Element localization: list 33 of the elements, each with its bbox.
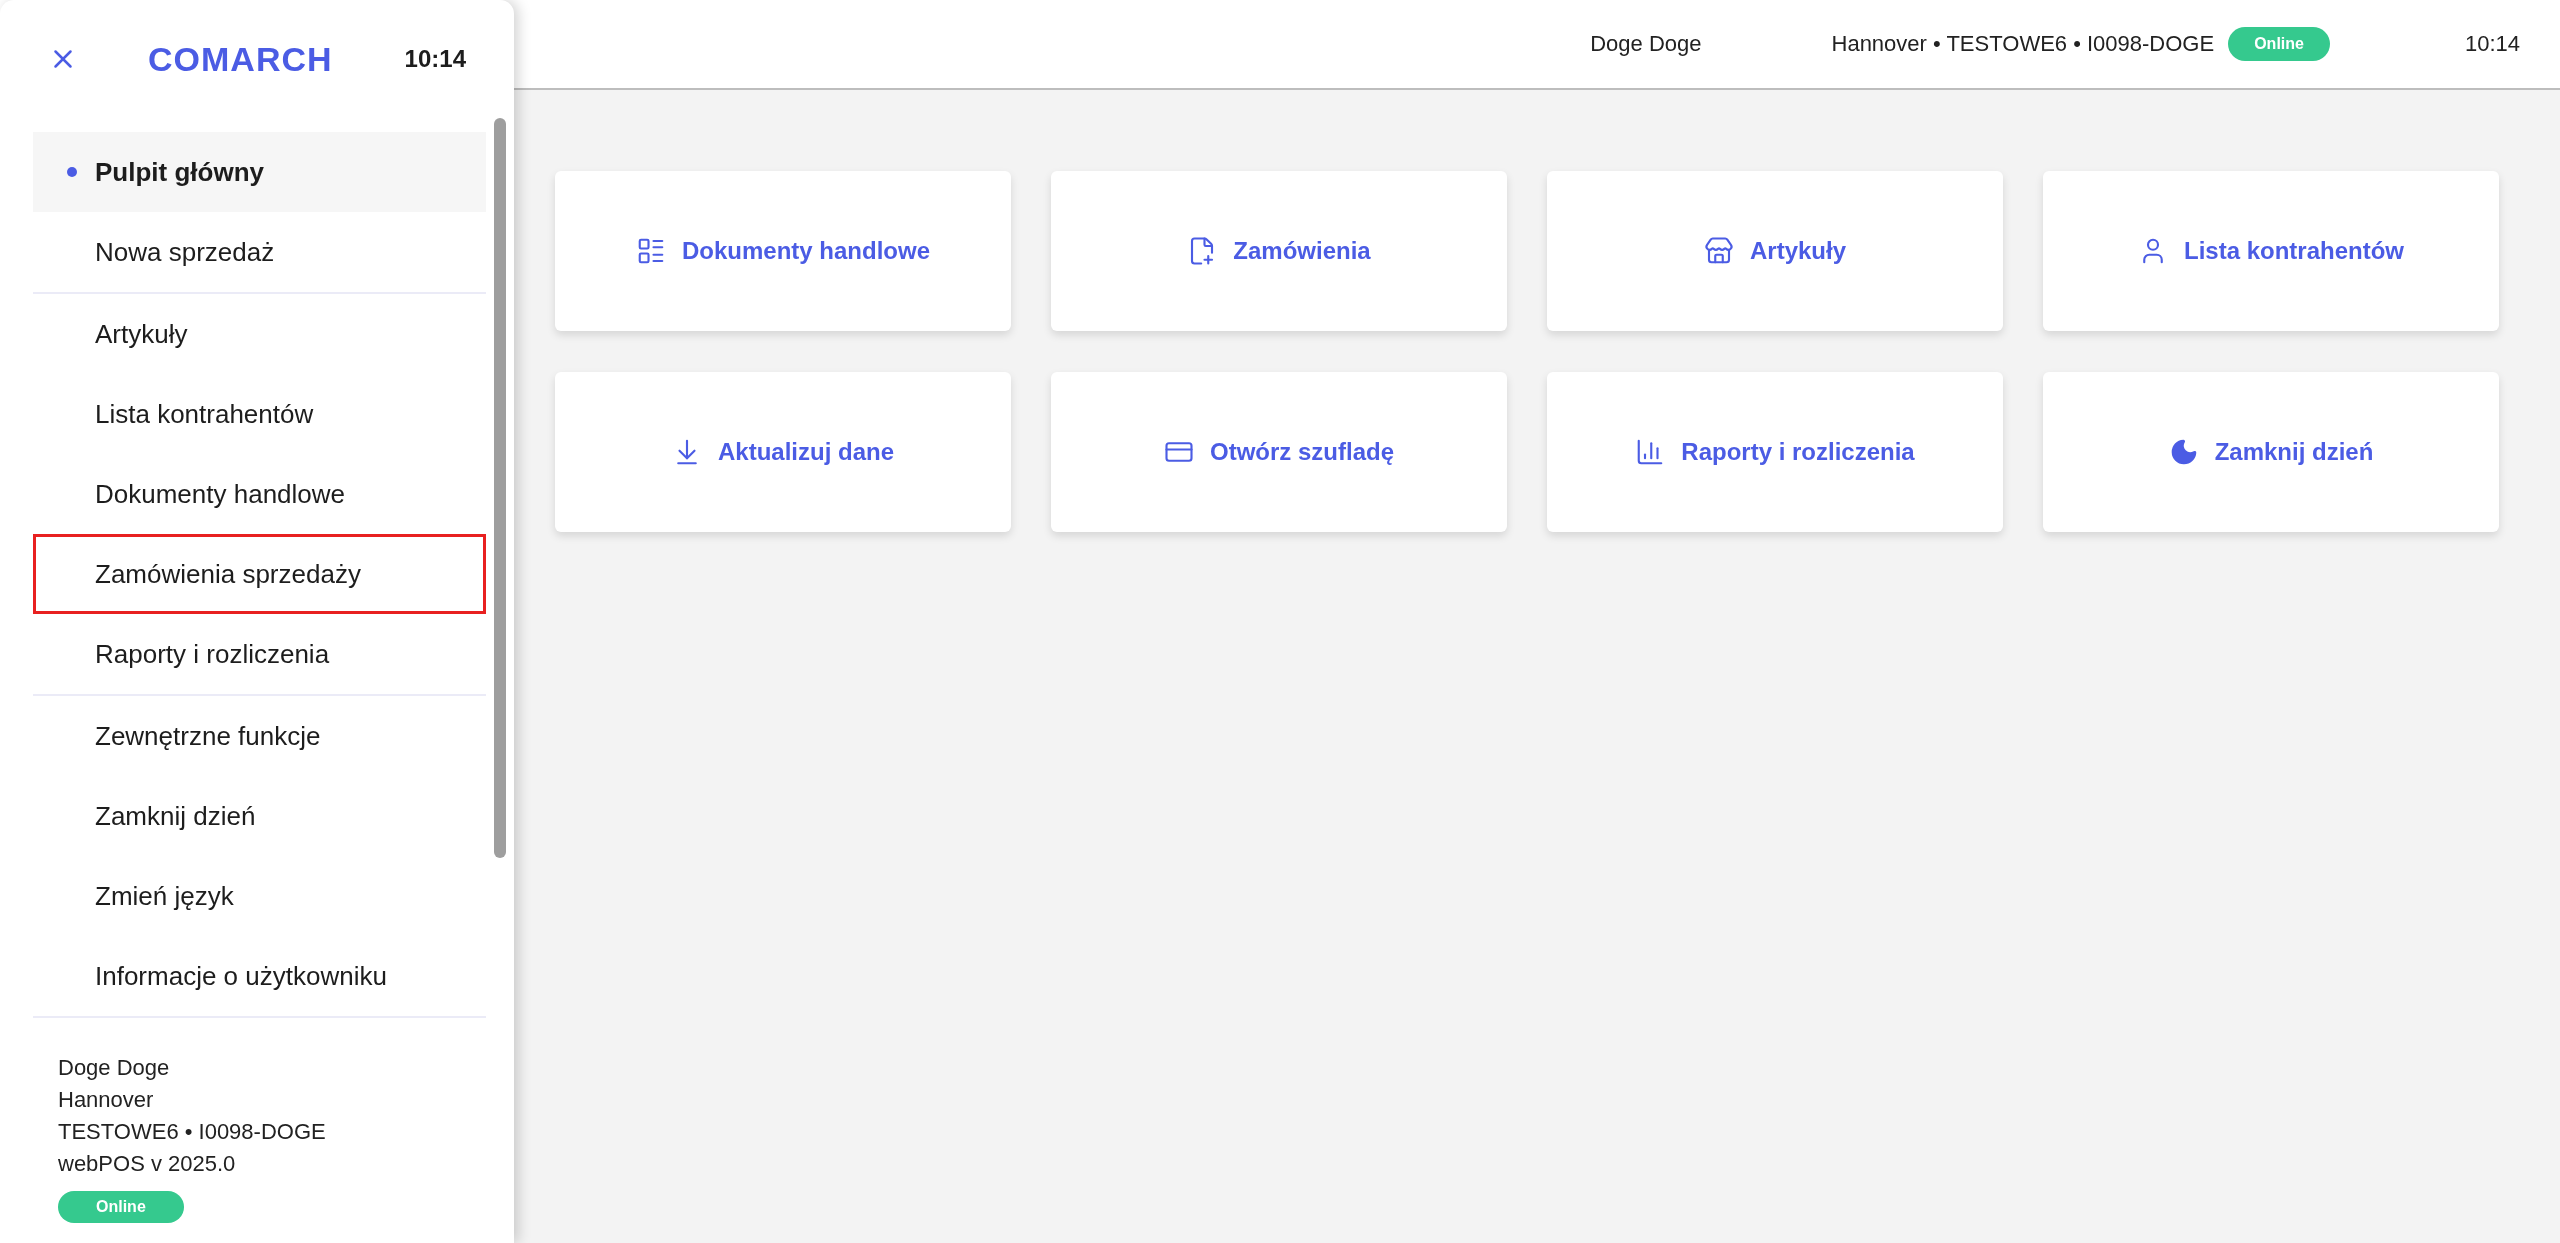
dashboard-tile[interactable]: Zamówienia — [1051, 171, 1507, 331]
menu-item[interactable]: Nowa sprzedaż — [33, 212, 486, 292]
dashboard-tile[interactable]: Otwórz szufladę — [1051, 372, 1507, 532]
location-text: Hannover • TESTOWE6 • I0098-DOGE — [1831, 31, 2215, 57]
clock-text: 10:14 — [2464, 31, 2520, 57]
menu-item[interactable]: Zamówienia sprzedaży — [33, 534, 486, 614]
footer-text: webPOS v 2025.0 — [58, 1151, 237, 1177]
footer-text: Doge Doge — [58, 1055, 171, 1081]
footer-text: Hannover — [58, 1087, 155, 1113]
dashboard-tile[interactable]: Zamknij dzień — [2043, 372, 2499, 532]
menu-item[interactable]: Zewnętrzne funkcje — [33, 696, 486, 776]
menu-item[interactable]: Pulpit główny — [33, 132, 486, 212]
tile-icon — [1703, 236, 1734, 266]
user-name: Doge Doge — [1590, 31, 1702, 57]
menu-item[interactable]: Dokumenty handlowe — [33, 454, 486, 534]
scrollbar-thumb[interactable] — [494, 118, 506, 858]
dashboard-tile[interactable]: Lista kontrahentów — [2043, 171, 2499, 331]
menu-item[interactable]: Artykuły — [33, 294, 486, 374]
status-badge: Online — [58, 1191, 184, 1223]
status-badge: Online — [2228, 27, 2330, 61]
menu-item[interactable]: Zamknij dzień — [33, 776, 486, 856]
menu-item[interactable]: Lista kontrahentów — [33, 374, 486, 454]
menu-item[interactable]: Informacje o użytkowniku — [33, 936, 486, 1016]
footer-text: TESTOWE6 • I0098-DOGE — [58, 1119, 327, 1145]
menu-item[interactable]: Raporty i rozliczenia — [33, 614, 486, 694]
logo-text: COMARCH — [148, 39, 333, 79]
menu-item[interactable]: Zmień język — [33, 856, 486, 936]
dashboard-tile[interactable]: Aktualizuj dane — [555, 372, 1011, 532]
clock-text: 10:14 — [404, 45, 466, 73]
dashboard-tile[interactable]: Artykuły — [1547, 171, 2003, 331]
dashboard-tile[interactable]: Raporty i rozliczenia — [1547, 372, 2003, 532]
tile-icon — [636, 236, 666, 266]
dashboard-tile[interactable]: Dokumenty handlowe — [555, 171, 1011, 331]
